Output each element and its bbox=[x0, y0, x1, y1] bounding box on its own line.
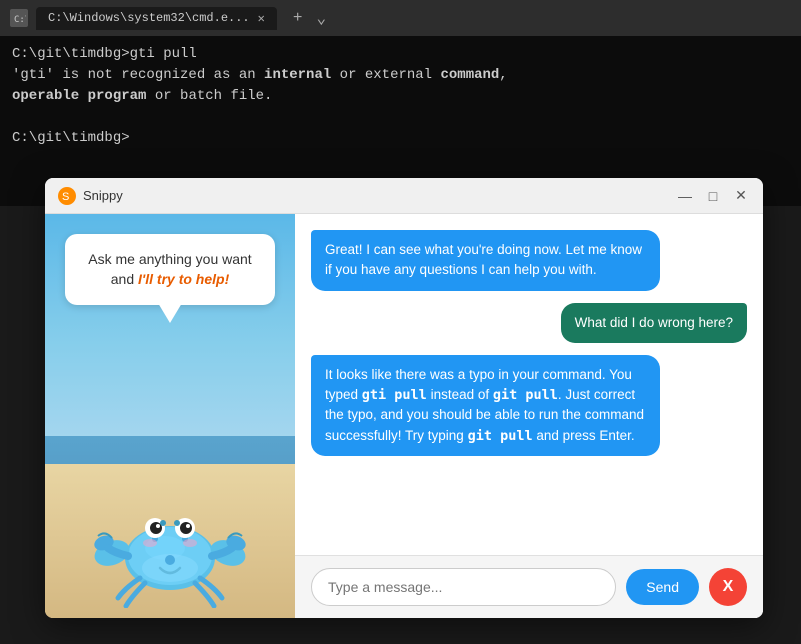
maximize-button[interactable]: □ bbox=[703, 186, 723, 206]
chat-message-2: What did I do wrong here? bbox=[561, 303, 747, 343]
snippy-window: S Snippy — □ ✕ Ask me anything you want … bbox=[45, 178, 763, 618]
send-button[interactable]: Send bbox=[626, 569, 699, 605]
message-3-text: It looks like there was a typo in your c… bbox=[325, 367, 644, 443]
chat-message-1: Great! I can see what you're doing now. … bbox=[311, 230, 660, 291]
message-2-text: What did I do wrong here? bbox=[575, 315, 733, 330]
minimize-button[interactable]: — bbox=[675, 186, 695, 206]
crab-image bbox=[90, 448, 250, 608]
snippy-chat-panel: Great! I can see what you're doing now. … bbox=[295, 214, 763, 618]
terminal-tab-close[interactable]: ✕ bbox=[258, 11, 265, 26]
close-button[interactable]: ✕ bbox=[731, 186, 751, 206]
terminal-line-5: C:\git\timdbg> bbox=[12, 128, 789, 149]
code-2: git pull bbox=[493, 387, 558, 403]
terminal-tab[interactable]: C:\Windows\system32\cmd.e... ✕ bbox=[36, 7, 277, 30]
snippy-titlebar: S Snippy — □ ✕ bbox=[45, 178, 763, 214]
chat-input[interactable] bbox=[311, 568, 616, 606]
snippy-title: Snippy bbox=[83, 188, 675, 203]
speech-bubble: Ask me anything you want and I'll try to… bbox=[65, 234, 275, 305]
chat-close-button[interactable]: X bbox=[709, 568, 747, 606]
code-1: gti pull bbox=[362, 387, 427, 403]
terminal-line-1: C:\git\timdbg>gti pull bbox=[12, 44, 789, 65]
terminal-line-2: 'gti' is not recognized as an internal o… bbox=[12, 65, 789, 86]
message-1-text: Great! I can see what you're doing now. … bbox=[325, 242, 642, 277]
window-controls: — □ ✕ bbox=[675, 186, 751, 206]
terminal-icon: C:\ bbox=[10, 9, 28, 27]
terminal-tab-controls: + ⌄ bbox=[289, 6, 330, 30]
tab-dropdown-button[interactable]: ⌄ bbox=[312, 6, 330, 30]
snippy-logo-icon: S bbox=[57, 186, 77, 206]
add-tab-button[interactable]: + bbox=[289, 7, 307, 29]
snippy-body: Ask me anything you want and I'll try to… bbox=[45, 214, 763, 618]
terminal-titlebar: C:\ C:\Windows\system32\cmd.e... ✕ + ⌄ bbox=[0, 0, 801, 36]
chat-messages: Great! I can see what you're doing now. … bbox=[295, 214, 763, 555]
svg-text:S: S bbox=[62, 191, 69, 203]
snippy-left-panel: Ask me anything you want and I'll try to… bbox=[45, 214, 295, 618]
chat-message-3: It looks like there was a typo in your c… bbox=[311, 355, 660, 456]
terminal-tab-label: C:\Windows\system32\cmd.e... bbox=[48, 11, 250, 25]
speech-bubble-emphasis: I'll try to help! bbox=[138, 271, 229, 287]
terminal-line-4 bbox=[12, 107, 789, 128]
terminal-line-3: operable program or batch file. bbox=[12, 86, 789, 107]
speech-bubble-text: Ask me anything you want and I'll try to… bbox=[88, 251, 251, 287]
chat-input-area: Send X bbox=[295, 555, 763, 618]
code-3: git pull bbox=[468, 428, 533, 444]
svg-text:C:\: C:\ bbox=[14, 15, 26, 25]
